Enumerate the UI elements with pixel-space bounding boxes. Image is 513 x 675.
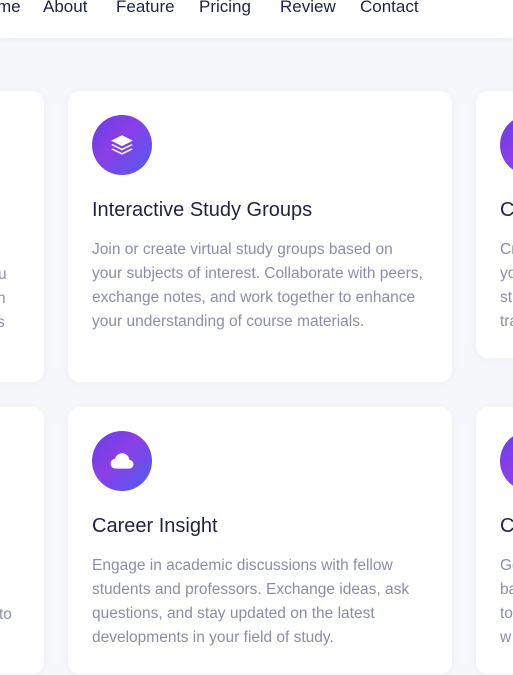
card-text-fragment: to [500, 605, 513, 622]
card-text-fragment: Cr [500, 241, 513, 258]
card-text-fragment: u [0, 266, 7, 283]
feature-card-right-bottom: C Ge ba to w [476, 407, 513, 674]
card-text-fragment: ba [500, 581, 513, 598]
nav-link-pricing[interactable]: Pricing [199, 0, 251, 17]
feature-card-career-insight: Career Insight Engage in academic discus… [68, 407, 452, 674]
card-text-fragment: yo [500, 265, 513, 282]
card-text-fragment: to [0, 606, 12, 623]
card-text-fragment: tra [500, 313, 513, 330]
top-navbar: me About Feature Pricing Review Contact [0, 0, 513, 38]
card-title: Career Insight [92, 515, 218, 537]
feature-icon [500, 431, 513, 491]
feature-card-left-top: u n s [0, 91, 44, 382]
nav-link-contact[interactable]: Contact [360, 0, 419, 17]
card-text-fragment: st [500, 289, 513, 306]
feature-card-left-bottom: to [0, 407, 44, 674]
nav-link-home[interactable]: me [0, 0, 21, 17]
card-description: Join or create virtual study groups base… [92, 241, 423, 330]
layers-icon [92, 115, 152, 175]
card-description: Engage in academic discussions with fell… [92, 557, 410, 646]
card-text-fragment: Ge [500, 557, 513, 574]
card-text-fragment: n [0, 290, 6, 307]
card-title: C [500, 515, 513, 537]
cloud-icon [92, 431, 152, 491]
card-title: C [500, 199, 513, 221]
nav-link-about[interactable]: About [43, 0, 87, 17]
nav-link-review[interactable]: Review [280, 0, 336, 17]
feature-card-study-groups: Interactive Study Groups Join or create … [68, 91, 452, 382]
feature-icon [500, 115, 513, 175]
feature-card-right-top: C Cr yo st tra [476, 91, 513, 358]
card-text-fragment: s [0, 314, 5, 331]
card-title: Interactive Study Groups [92, 199, 313, 221]
nav-link-feature[interactable]: Feature [116, 0, 175, 17]
card-text-fragment: w [500, 629, 512, 646]
